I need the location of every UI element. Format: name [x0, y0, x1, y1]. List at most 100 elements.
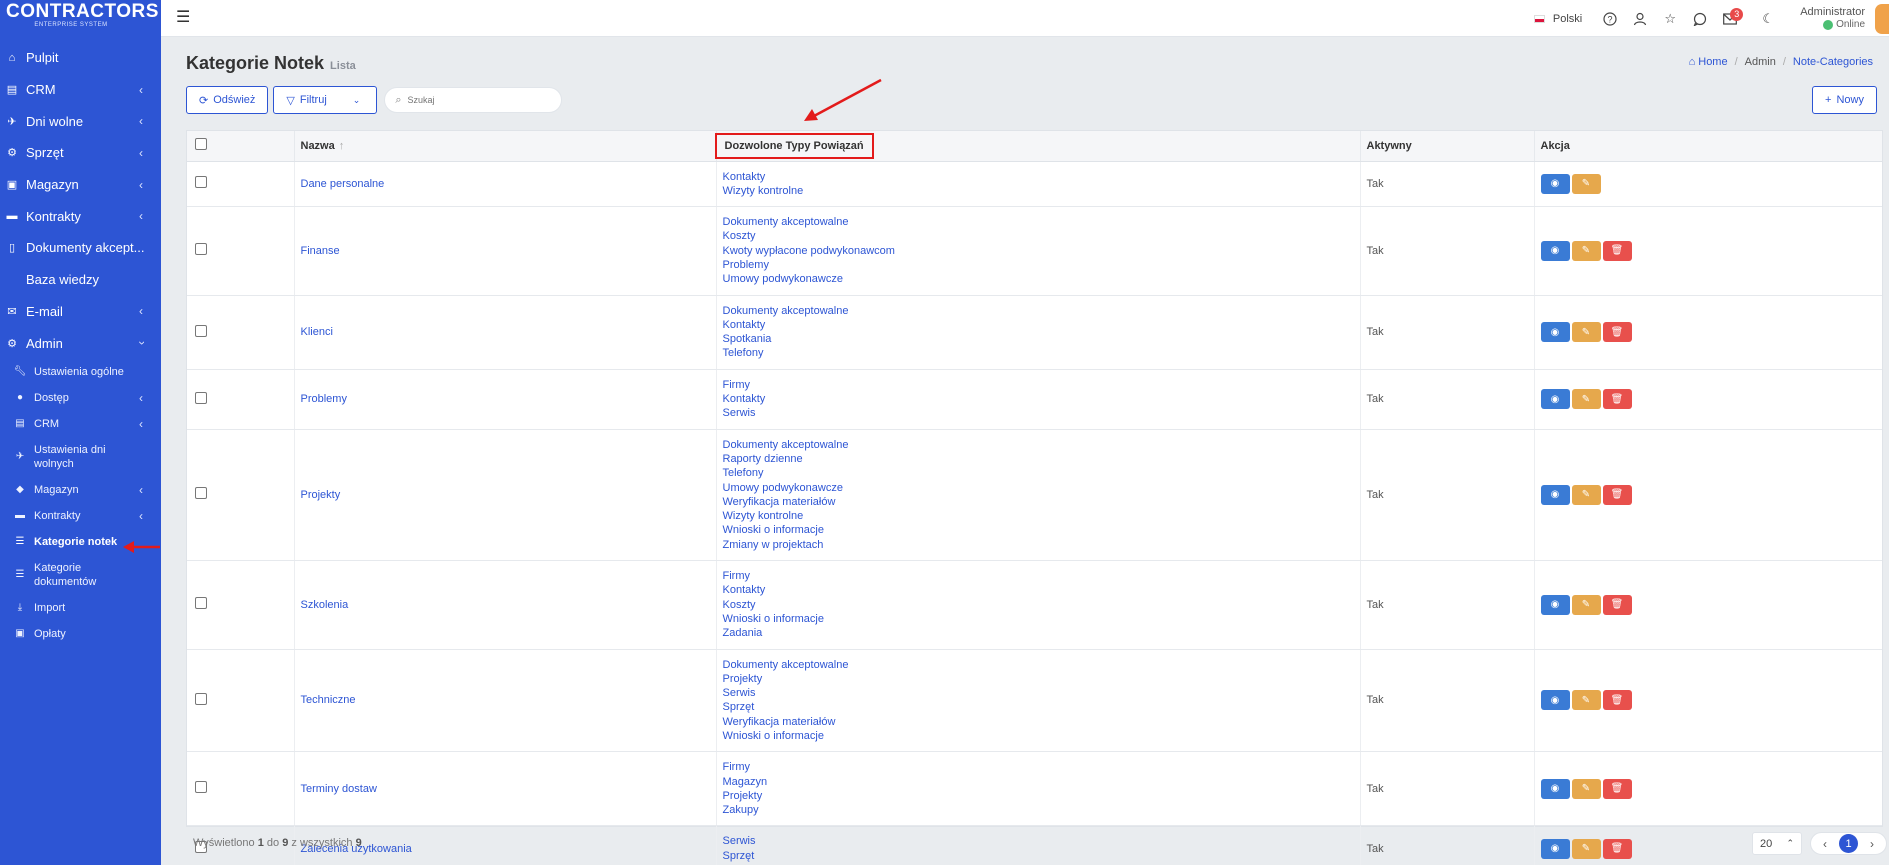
edit-button[interactable]: ✎: [1571, 240, 1601, 261]
relation-type-link[interactable]: Spotkania: [723, 332, 1354, 346]
sidebar-subitem-oplaty[interactable]: ▣ Opłaty: [0, 621, 161, 647]
relation-type-link[interactable]: Wizyty kontrolne: [723, 184, 1354, 198]
column-header-active[interactable]: Aktywny: [1360, 131, 1535, 162]
relation-type-link[interactable]: Weryfikacja materiałów: [723, 495, 1354, 509]
sidebar-subitem-kontrakty[interactable]: ▬ Kontrakty ‹: [0, 503, 161, 529]
breadcrumb-current[interactable]: Note-Categories: [1793, 56, 1873, 68]
row-checkbox[interactable]: [195, 324, 207, 337]
category-name-link[interactable]: Szkolenia: [301, 599, 349, 611]
relation-type-link[interactable]: Firmy: [723, 760, 1354, 774]
sidebar-item-sprzet[interactable]: ⚙ Sprzęt ‹: [0, 137, 161, 169]
relation-type-link[interactable]: Kontakty: [723, 318, 1354, 332]
category-name-link[interactable]: Projekty: [301, 489, 341, 501]
category-name-link[interactable]: Problemy: [301, 393, 347, 405]
relation-type-link[interactable]: Dokumenty akceptowalne: [723, 304, 1354, 318]
relation-type-link[interactable]: Kontakty: [723, 392, 1354, 406]
relation-type-link[interactable]: Serwis: [723, 686, 1354, 700]
sidebar-subitem-ustawienia-dni-wolnych[interactable]: ✈ Ustawienia dni wolnych: [0, 437, 161, 477]
relation-type-link[interactable]: Serwis: [723, 406, 1354, 420]
sidebar-subitem-import[interactable]: ⤓ Import: [0, 595, 161, 621]
refresh-button[interactable]: ⟳ Odśwież: [186, 86, 269, 114]
page-size-select[interactable]: 20 ⌃: [1752, 832, 1802, 855]
mail-icon[interactable]: 3: [1722, 7, 1744, 27]
category-name-link[interactable]: Techniczne: [301, 694, 356, 706]
search-input[interactable]: [407, 95, 548, 105]
edit-button[interactable]: ✎: [1571, 484, 1601, 505]
relation-type-link[interactable]: Wnioski o informacje: [723, 612, 1354, 626]
delete-button[interactable]: 🗑︎: [1602, 690, 1632, 711]
moon-icon[interactable]: ☾: [1760, 11, 1776, 27]
hamburger-menu-icon[interactable]: ☰: [176, 7, 190, 27]
polish-flag-icon[interactable]: [1533, 14, 1545, 23]
delete-button[interactable]: 🗑︎: [1602, 778, 1632, 799]
relation-type-link[interactable]: Kontakty: [723, 170, 1354, 184]
view-button[interactable]: ◉: [1540, 322, 1570, 343]
search-box[interactable]: ⌕: [384, 87, 563, 113]
relation-type-link[interactable]: Projekty: [723, 789, 1354, 803]
relation-type-link[interactable]: Koszty: [723, 229, 1354, 243]
row-checkbox[interactable]: [195, 243, 207, 256]
relation-type-link[interactable]: Projekty: [723, 672, 1354, 686]
sidebar-subitem-ustawienia-ogolne[interactable]: 🔧︎ Ustawienia ogólne: [0, 359, 161, 385]
category-name-link[interactable]: Finanse: [301, 245, 340, 257]
relation-type-link[interactable]: Telefony: [723, 346, 1354, 360]
edit-button[interactable]: ✎: [1571, 322, 1601, 343]
relation-type-link[interactable]: Dokumenty akceptowalne: [723, 215, 1354, 229]
column-header-name[interactable]: Nazwa ↑: [294, 131, 717, 162]
edit-button[interactable]: ✎: [1571, 389, 1601, 410]
view-button[interactable]: ◉: [1540, 778, 1570, 799]
delete-button[interactable]: 🗑︎: [1602, 484, 1632, 505]
relation-type-link[interactable]: Zmiany w projektach: [723, 538, 1354, 552]
language-selector[interactable]: Polski: [1553, 13, 1582, 25]
column-header-types[interactable]: Dozwolone Typy Powiązań: [714, 131, 1361, 162]
new-button[interactable]: + Nowy: [1812, 86, 1877, 114]
relation-type-link[interactable]: Zakupy: [723, 803, 1354, 817]
relation-type-link[interactable]: Umowy podwykonawcze: [723, 481, 1354, 495]
edit-button[interactable]: ✎: [1571, 778, 1601, 799]
select-all-checkbox[interactable]: [195, 138, 207, 151]
delete-button[interactable]: 🗑︎: [1602, 838, 1632, 859]
avatar[interactable]: [1875, 3, 1889, 34]
relation-type-link[interactable]: Dokumenty akceptowalne: [723, 438, 1354, 452]
view-button[interactable]: ◉: [1540, 838, 1570, 859]
relation-type-link[interactable]: Umowy podwykonawcze: [723, 272, 1354, 286]
page-button-current[interactable]: 1: [1839, 834, 1858, 853]
delete-button[interactable]: 🗑︎: [1602, 240, 1632, 261]
edit-button[interactable]: ✎: [1571, 838, 1601, 859]
sidebar-item-kontrakty[interactable]: ▬ Kontrakty ‹: [0, 200, 161, 232]
row-checkbox[interactable]: [195, 781, 207, 794]
category-name-link[interactable]: Terminy dostaw: [301, 783, 377, 795]
relation-type-link[interactable]: Telefony: [723, 466, 1354, 480]
edit-button[interactable]: ✎: [1571, 690, 1601, 711]
edit-button[interactable]: ✎: [1571, 173, 1601, 194]
row-checkbox[interactable]: [195, 692, 207, 705]
breadcrumb-home[interactable]: Home: [1698, 56, 1727, 68]
category-name-link[interactable]: Klienci: [301, 326, 333, 338]
row-checkbox[interactable]: [195, 597, 207, 610]
sidebar-item-pulpit[interactable]: ⌂ Pulpit: [0, 42, 161, 74]
relation-type-link[interactable]: Magazyn: [723, 775, 1354, 789]
view-button[interactable]: ◉: [1540, 389, 1570, 410]
prev-page-button[interactable]: ‹: [1817, 837, 1833, 851]
home-icon[interactable]: ⌂: [1689, 56, 1696, 68]
sidebar-item-email[interactable]: ✉ E-mail ‹: [0, 296, 161, 328]
view-button[interactable]: ◉: [1540, 484, 1570, 505]
sidebar-item-baza-wiedzy[interactable]: Baza wiedzy: [0, 264, 161, 296]
breadcrumb-admin[interactable]: Admin: [1745, 56, 1776, 68]
app-logo[interactable]: CONTRACTORS ENTERPRISE SYSTEM: [0, 0, 161, 33]
next-page-button[interactable]: ›: [1864, 837, 1880, 851]
row-checkbox[interactable]: [195, 176, 207, 189]
delete-button[interactable]: 🗑︎: [1602, 322, 1632, 343]
sidebar-item-dni-wolne[interactable]: ✈ Dni wolne ‹: [0, 105, 161, 137]
category-name-link[interactable]: Dane personalne: [301, 178, 385, 190]
view-button[interactable]: ◉: [1540, 240, 1570, 261]
relation-type-link[interactable]: Weryfikacja materiałów: [723, 715, 1354, 729]
sidebar-subitem-dostep[interactable]: ● Dostęp ‹: [0, 385, 161, 411]
sidebar-subitem-crm[interactable]: ▤ CRM ‹: [0, 411, 161, 437]
relation-type-link[interactable]: Zadania: [723, 626, 1354, 640]
star-icon[interactable]: ☆: [1662, 11, 1678, 27]
relation-type-link[interactable]: Firmy: [723, 569, 1354, 583]
relation-type-link[interactable]: Sprzęt: [723, 849, 1354, 863]
sidebar-subitem-kategorie-dokumentow[interactable]: ☰ Kategorie dokumentów: [0, 555, 161, 595]
view-button[interactable]: ◉: [1540, 690, 1570, 711]
